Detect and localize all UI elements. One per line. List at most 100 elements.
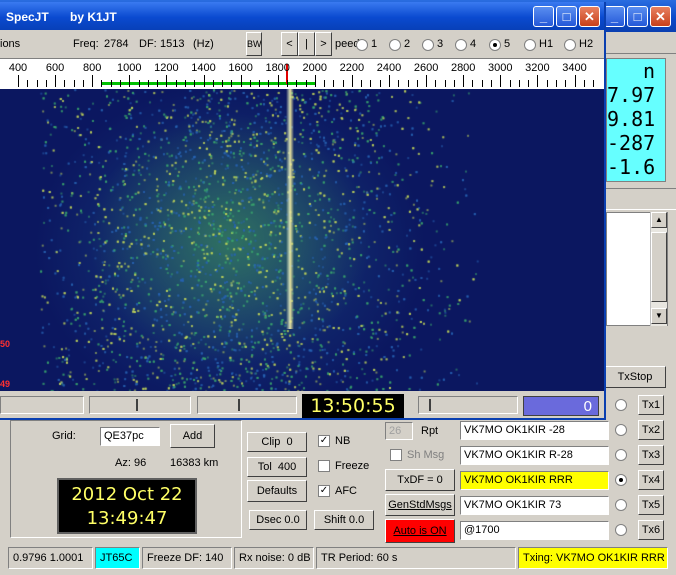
close-icon[interactable]: ✕	[650, 6, 671, 27]
specjt-title-bar[interactable]: SpecJT by K1JT	[0, 2, 604, 30]
spec-minimize-icon[interactable]: _	[533, 6, 554, 27]
ruler-tick	[120, 80, 122, 87]
defaults-button[interactable]: Defaults	[247, 480, 307, 502]
grid-input[interactable]: QE37pc	[100, 427, 160, 446]
tx5-button[interactable]: Tx5	[638, 495, 664, 515]
options-menu[interactable]: ions	[0, 38, 20, 50]
tx2-radio[interactable]	[615, 424, 627, 436]
speed-h1-radio[interactable]	[524, 39, 536, 51]
txstop-button[interactable]: TxStop	[604, 366, 666, 388]
ruler-label: 1600	[228, 62, 253, 74]
tx3-button[interactable]: Tx3	[638, 445, 664, 465]
maximize-icon[interactable]: □	[627, 6, 648, 27]
ruler-tick	[129, 75, 131, 87]
shift-button[interactable]: Shift 0.0	[314, 510, 374, 530]
ruler-tick	[147, 80, 149, 87]
tol-value: 400	[277, 461, 297, 473]
scroll-up-icon[interactable]: ▲	[651, 212, 667, 228]
scroll-down-icon[interactable]: ▼	[651, 308, 667, 324]
tx1-button[interactable]: Tx1	[638, 395, 664, 415]
txdf-button[interactable]: TxDF = 0	[385, 469, 455, 491]
ruler-label: 1000	[117, 62, 142, 74]
tx5-message-field[interactable]: @1700	[460, 521, 609, 540]
speed-h2-label: H2	[579, 38, 594, 50]
freeze-checkbox[interactable]	[318, 460, 330, 472]
ruler-tick	[379, 80, 381, 87]
minimize-icon[interactable]: _	[604, 6, 625, 27]
tx1-message-field[interactable]: VK7MO OK1KIR -28	[460, 421, 609, 440]
scroll-thumb[interactable]	[651, 232, 667, 302]
spec-close-icon[interactable]: ✕	[579, 6, 600, 27]
tx5-radio[interactable]	[615, 499, 627, 511]
tx4-radio[interactable]	[615, 474, 627, 486]
ruler-tick	[426, 75, 428, 87]
speed-h2-radio[interactable]	[564, 39, 576, 51]
ruler-label: 2800	[450, 62, 476, 74]
speed-1-radio[interactable]	[356, 39, 368, 51]
ruler-tick	[435, 80, 437, 87]
ruler-tick	[110, 80, 112, 87]
gen-std-msgs-button[interactable]: GenStdMsgs	[385, 494, 455, 516]
time-marker-50: 50	[0, 339, 11, 349]
nav-center-button[interactable]: |	[298, 32, 315, 56]
waterfall-noise	[0, 89, 604, 391]
report-input[interactable]: 26	[385, 422, 413, 440]
tx2-message-field[interactable]: VK7MO OK1KIR R-28	[460, 446, 609, 465]
ruler-tick	[92, 75, 94, 87]
ruler-tick	[305, 80, 307, 87]
add-button[interactable]: Add	[170, 424, 215, 448]
ruler-tick	[64, 80, 66, 87]
speed-4-label: 4	[470, 38, 477, 50]
speed-5-label: 5	[504, 38, 511, 50]
auto-on-button[interactable]: Auto is ON	[385, 519, 455, 543]
tx4-message-field[interactable]: VK7MO OK1KIR 73	[460, 496, 609, 515]
nb-checkbox[interactable]: ✓	[318, 435, 330, 447]
ruler-tick	[203, 75, 205, 87]
sh-msg-checkbox[interactable]	[390, 449, 402, 461]
ruler-tick	[518, 80, 520, 87]
tol-button[interactable]: Tol 400	[247, 457, 307, 477]
ruler-label: 800	[83, 62, 102, 74]
shift-value: 0.0	[348, 514, 365, 526]
df-unit: (Hz)	[193, 38, 214, 50]
nav-right-button[interactable]: >	[315, 32, 332, 56]
nav-left-button[interactable]: <	[281, 32, 298, 56]
clip-value: 0	[286, 436, 293, 448]
zero-thumb[interactable]	[429, 399, 431, 411]
spec-maximize-icon[interactable]: □	[556, 6, 577, 27]
ruler-tick	[472, 80, 474, 87]
contrast-thumb[interactable]	[136, 399, 138, 411]
speed-3-radio[interactable]	[422, 39, 434, 51]
tx3-radio[interactable]	[615, 449, 627, 461]
clip-button[interactable]: Clip 0	[247, 432, 307, 452]
time-marker-49: 49	[0, 379, 11, 389]
tx4-button[interactable]: Tx4	[638, 470, 664, 490]
bw-button[interactable]: BW	[246, 32, 262, 56]
brightness-slider[interactable]	[0, 396, 84, 414]
ruler-tick	[259, 80, 261, 87]
ruler-tick	[194, 80, 196, 87]
contrast-slider[interactable]	[89, 396, 191, 414]
speed-2-radio[interactable]	[389, 39, 401, 51]
clip-label: Clip	[261, 436, 281, 448]
tx2-button[interactable]: Tx2	[638, 420, 664, 440]
tx1-radio[interactable]	[615, 399, 627, 411]
specjt-window: SpecJT by K1JT _ □ ✕ ions Freq: 2784 DF:…	[0, 2, 606, 420]
tx6-button[interactable]: Tx6	[638, 520, 664, 540]
status-tr-period: TR Period: 60 s	[316, 547, 516, 569]
dsec-button[interactable]: Dsec 0.0	[249, 510, 307, 530]
status-freeze-df: Freeze DF: 140	[142, 547, 232, 569]
tx6-radio[interactable]	[615, 524, 627, 536]
gain-thumb[interactable]	[238, 399, 240, 411]
ruler-tick	[342, 80, 344, 87]
tx3-message-field[interactable]: VK7MO OK1KIR RRR	[460, 471, 609, 490]
speed-4-radio[interactable]	[455, 39, 467, 51]
zero-slider[interactable]	[418, 396, 518, 414]
waterfall-display[interactable]: 50 49	[0, 89, 604, 391]
gain-slider[interactable]	[197, 396, 297, 414]
status-rx-noise: Rx noise: 0 dB	[234, 547, 314, 569]
speed-5-radio[interactable]	[489, 39, 501, 51]
ruler-tick	[296, 80, 298, 87]
decoded-scrollbar[interactable]: ▲ ▼	[650, 212, 667, 326]
afc-checkbox[interactable]: ✓	[318, 485, 330, 497]
